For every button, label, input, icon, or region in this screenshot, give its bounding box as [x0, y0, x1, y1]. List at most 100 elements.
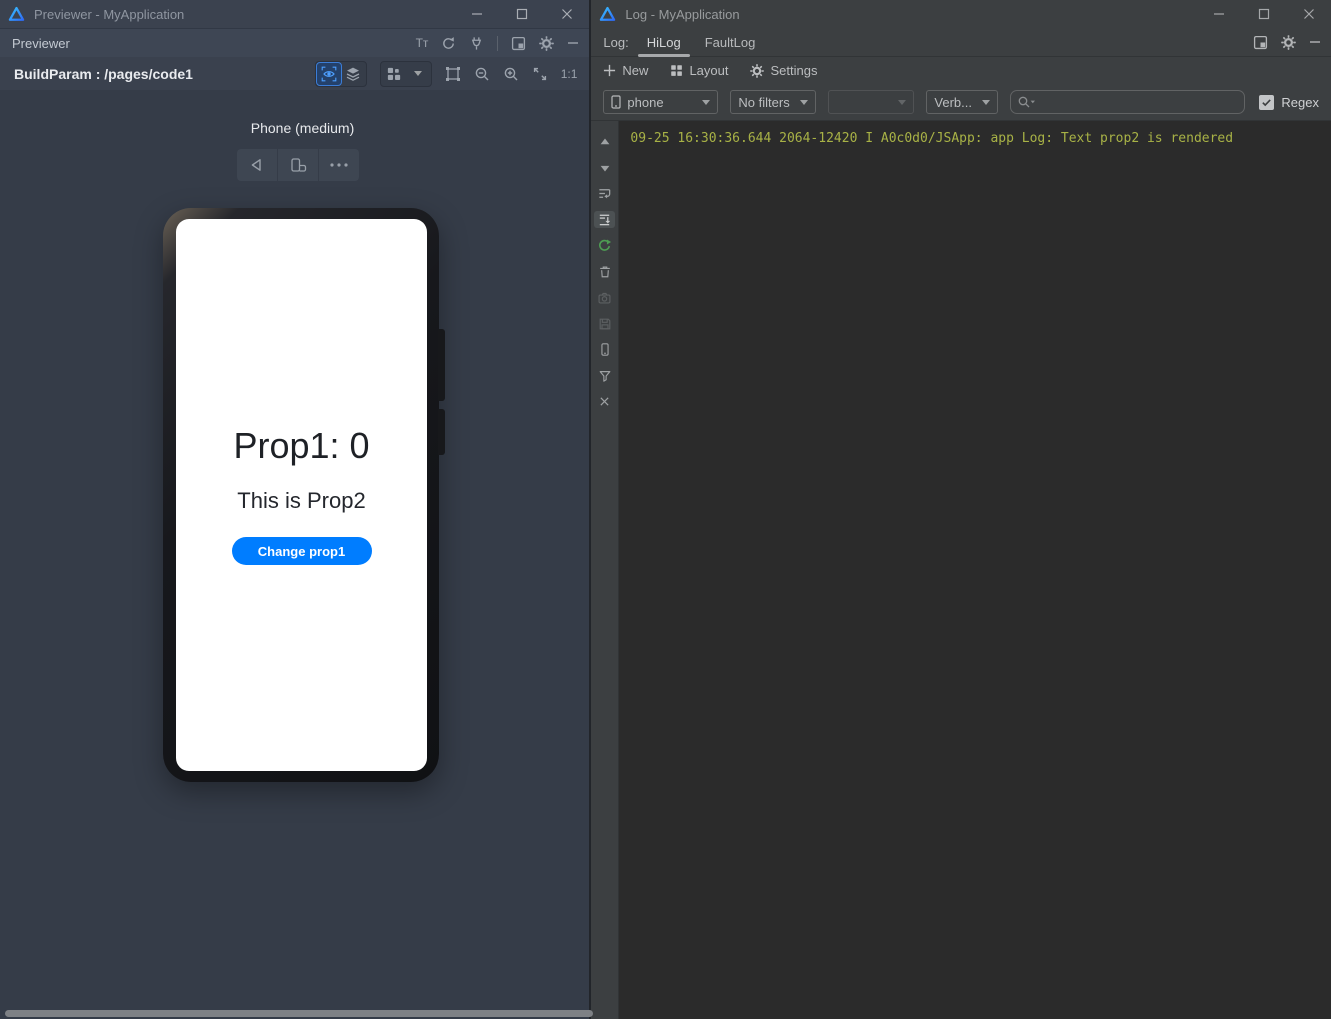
phone-power-button [438, 409, 445, 455]
settings-button[interactable]: Settings [750, 63, 817, 78]
selection-frame-icon[interactable] [445, 66, 461, 82]
component-dropdown-button[interactable] [406, 63, 430, 85]
triangle-down-icon [598, 161, 612, 175]
zoom-in-icon[interactable] [503, 66, 519, 82]
filter-log-button[interactable] [594, 367, 615, 384]
soft-wrap-button[interactable] [594, 185, 615, 202]
window-title: Log - MyApplication [625, 7, 739, 22]
filters-select-value: No filters [738, 95, 789, 110]
chevron-down-icon [702, 100, 710, 105]
log-window: Log - MyApplication Log: HiLog FaultLog [591, 0, 1331, 1019]
layers-mode-button[interactable] [341, 63, 365, 85]
view-mode-group [315, 61, 367, 87]
horizontal-scrollbar[interactable] [5, 1010, 593, 1017]
panel-layout-icon[interactable] [1253, 35, 1268, 50]
chevron-down-icon [898, 100, 906, 105]
restart-session-button[interactable] [594, 237, 615, 254]
triangle-up-icon [598, 135, 612, 149]
save-log-button[interactable] [594, 315, 615, 332]
maximize-button[interactable] [1241, 0, 1286, 28]
fit-to-screen-icon[interactable] [532, 66, 548, 82]
layout-grid-icon [670, 64, 683, 77]
regex-label: Regex [1281, 95, 1319, 110]
device-icon [598, 342, 612, 357]
close-icon [1303, 8, 1315, 20]
chevron-down-icon [982, 100, 990, 105]
new-label: New [622, 63, 648, 78]
screenshot-button[interactable] [594, 289, 615, 306]
rotate-device-icon [289, 157, 308, 173]
log-output[interactable]: 09-25 16:30:36.644 2064-12420 I A0c0d0/J… [619, 121, 1331, 1019]
close-log-button[interactable] [594, 393, 615, 410]
phone-mockup: Prop1: 0 This is Prop2 Change prop1 [163, 208, 439, 782]
window-controls [454, 0, 589, 28]
component-grid-button[interactable] [382, 63, 406, 85]
tab-faultlog[interactable]: FaultLog [705, 35, 756, 50]
back-triangle-icon [249, 157, 265, 173]
gear-icon[interactable] [1281, 35, 1296, 50]
phone-volume-button [438, 329, 445, 401]
trash-icon [598, 264, 612, 279]
inspect-mode-button[interactable] [317, 63, 341, 85]
ellipsis-icon [330, 163, 348, 167]
component-view-group [380, 61, 432, 87]
scroll-down-button[interactable] [594, 159, 615, 176]
minimize-icon [1213, 8, 1225, 20]
zoom-out-icon[interactable] [474, 66, 490, 82]
panel-layout-icon[interactable] [511, 36, 526, 51]
plug-icon[interactable] [469, 36, 484, 51]
minimize-button[interactable] [1196, 0, 1241, 28]
level-select-value: Verb... [934, 95, 972, 110]
log-side-toolbar [591, 121, 619, 1019]
gear-icon[interactable] [539, 36, 554, 51]
camera-icon [597, 291, 612, 305]
log-entry: 09-25 16:30:36.644 2064-12420 I A0c0d0/J… [630, 130, 1327, 147]
device-view-button[interactable] [594, 341, 615, 358]
chevron-down-icon [414, 71, 422, 76]
minimize-icon [471, 8, 483, 20]
hide-panel-icon[interactable] [1309, 36, 1321, 48]
device-select-value: phone [627, 95, 663, 110]
tab-hilog[interactable]: HiLog [647, 35, 681, 50]
new-tab-button[interactable]: New [603, 63, 648, 78]
layout-button[interactable]: Layout [670, 63, 728, 78]
build-param-label: BuildParam : /pages/code1 [14, 66, 193, 82]
window-controls [1196, 0, 1331, 28]
device-controls [237, 149, 359, 181]
rotate-device-button[interactable] [278, 149, 318, 181]
minimize-button[interactable] [454, 0, 499, 28]
refresh-icon[interactable] [441, 36, 456, 51]
regex-toggle[interactable]: Regex [1259, 95, 1319, 110]
regex-checkbox[interactable] [1259, 95, 1274, 110]
log-section-label: Log: [603, 35, 628, 50]
tab-previewer[interactable]: Previewer [12, 36, 70, 51]
layout-label: Layout [689, 63, 728, 78]
previewer-tab-bar: Previewer Tт [0, 28, 589, 57]
settings-label: Settings [770, 63, 817, 78]
close-button[interactable] [544, 0, 589, 28]
rotate-back-button[interactable] [237, 149, 277, 181]
log-titlebar: Log - MyApplication [591, 0, 1331, 28]
level-select[interactable]: Verb... [926, 90, 998, 114]
log-search[interactable] [1010, 90, 1245, 114]
more-options-button[interactable] [319, 149, 359, 181]
change-prop1-button[interactable]: Change prop1 [232, 537, 372, 565]
clear-log-button[interactable] [594, 263, 615, 280]
scroll-to-end-button[interactable] [594, 211, 615, 228]
previewer-titlebar: Previewer - MyApplication [0, 0, 589, 28]
close-button[interactable] [1286, 0, 1331, 28]
log-tab-bar: Log: HiLog FaultLog [591, 28, 1331, 57]
maximize-button[interactable] [499, 0, 544, 28]
prop2-text: This is Prop2 [237, 488, 365, 514]
log-content: 09-25 16:30:36.644 2064-12420 I A0c0d0/J… [591, 121, 1331, 1019]
filters-select[interactable]: No filters [730, 90, 816, 114]
close-icon [561, 8, 573, 20]
hide-panel-icon[interactable] [567, 37, 579, 49]
phone-screen: Prop1: 0 This is Prop2 Change prop1 [176, 219, 427, 771]
device-select[interactable]: phone [603, 90, 718, 114]
search-input[interactable] [1037, 94, 1238, 111]
font-size-icon[interactable]: Tт [416, 36, 429, 50]
previewer-toolbar: BuildParam : /pages/code1 [0, 57, 589, 90]
zoom-ratio-button[interactable]: 1:1 [561, 67, 578, 81]
process-select[interactable] [828, 90, 914, 114]
